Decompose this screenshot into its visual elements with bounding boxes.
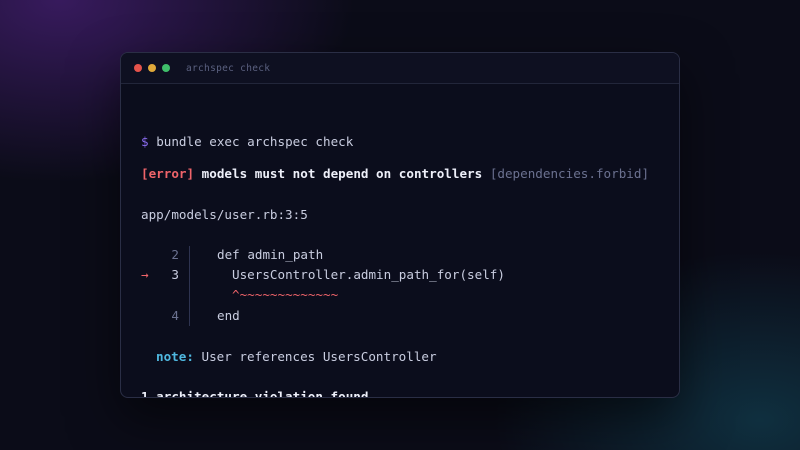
command-text: bundle exec archspec check xyxy=(156,134,354,149)
command-line: $ bundle exec archspec check xyxy=(141,134,353,150)
summary-line: 1 architecture violation found. xyxy=(141,389,377,398)
note-line: note: User references UsersController xyxy=(156,349,437,365)
error-message: models must not depend on controllers xyxy=(201,166,483,181)
maximize-window-icon[interactable] xyxy=(162,64,170,72)
error-marker-arrow-icon: → xyxy=(141,267,149,282)
code-gutter-bar xyxy=(189,246,190,326)
minimize-window-icon[interactable] xyxy=(148,64,156,72)
window-title: archspec check xyxy=(186,62,271,74)
line-number: 4 xyxy=(171,308,179,323)
title-bar: archspec check xyxy=(121,53,679,84)
code-line: def admin_path xyxy=(217,247,324,262)
code-line-highlighted: UsersController.admin_path_for(self) xyxy=(232,267,505,282)
error-underline: ^~~~~~~~~~~~~~ xyxy=(232,287,339,302)
line-number-highlighted: 3 xyxy=(171,267,179,282)
close-window-icon[interactable] xyxy=(134,64,142,72)
note-text: User references UsersController xyxy=(201,349,437,364)
terminal-window: archspec check $ bundle exec archspec ch… xyxy=(120,52,680,398)
error-tag: [error] xyxy=(141,166,195,181)
note-label: note: xyxy=(156,349,194,364)
rule-name: [dependencies.forbid] xyxy=(489,166,650,181)
error-line: [error] models must not depend on contro… xyxy=(141,166,649,182)
file-location: app/models/user.rb:3:5 xyxy=(141,207,308,222)
line-number: 2 xyxy=(171,247,179,262)
prompt-symbol: $ xyxy=(141,134,149,149)
code-line: end xyxy=(217,308,240,323)
